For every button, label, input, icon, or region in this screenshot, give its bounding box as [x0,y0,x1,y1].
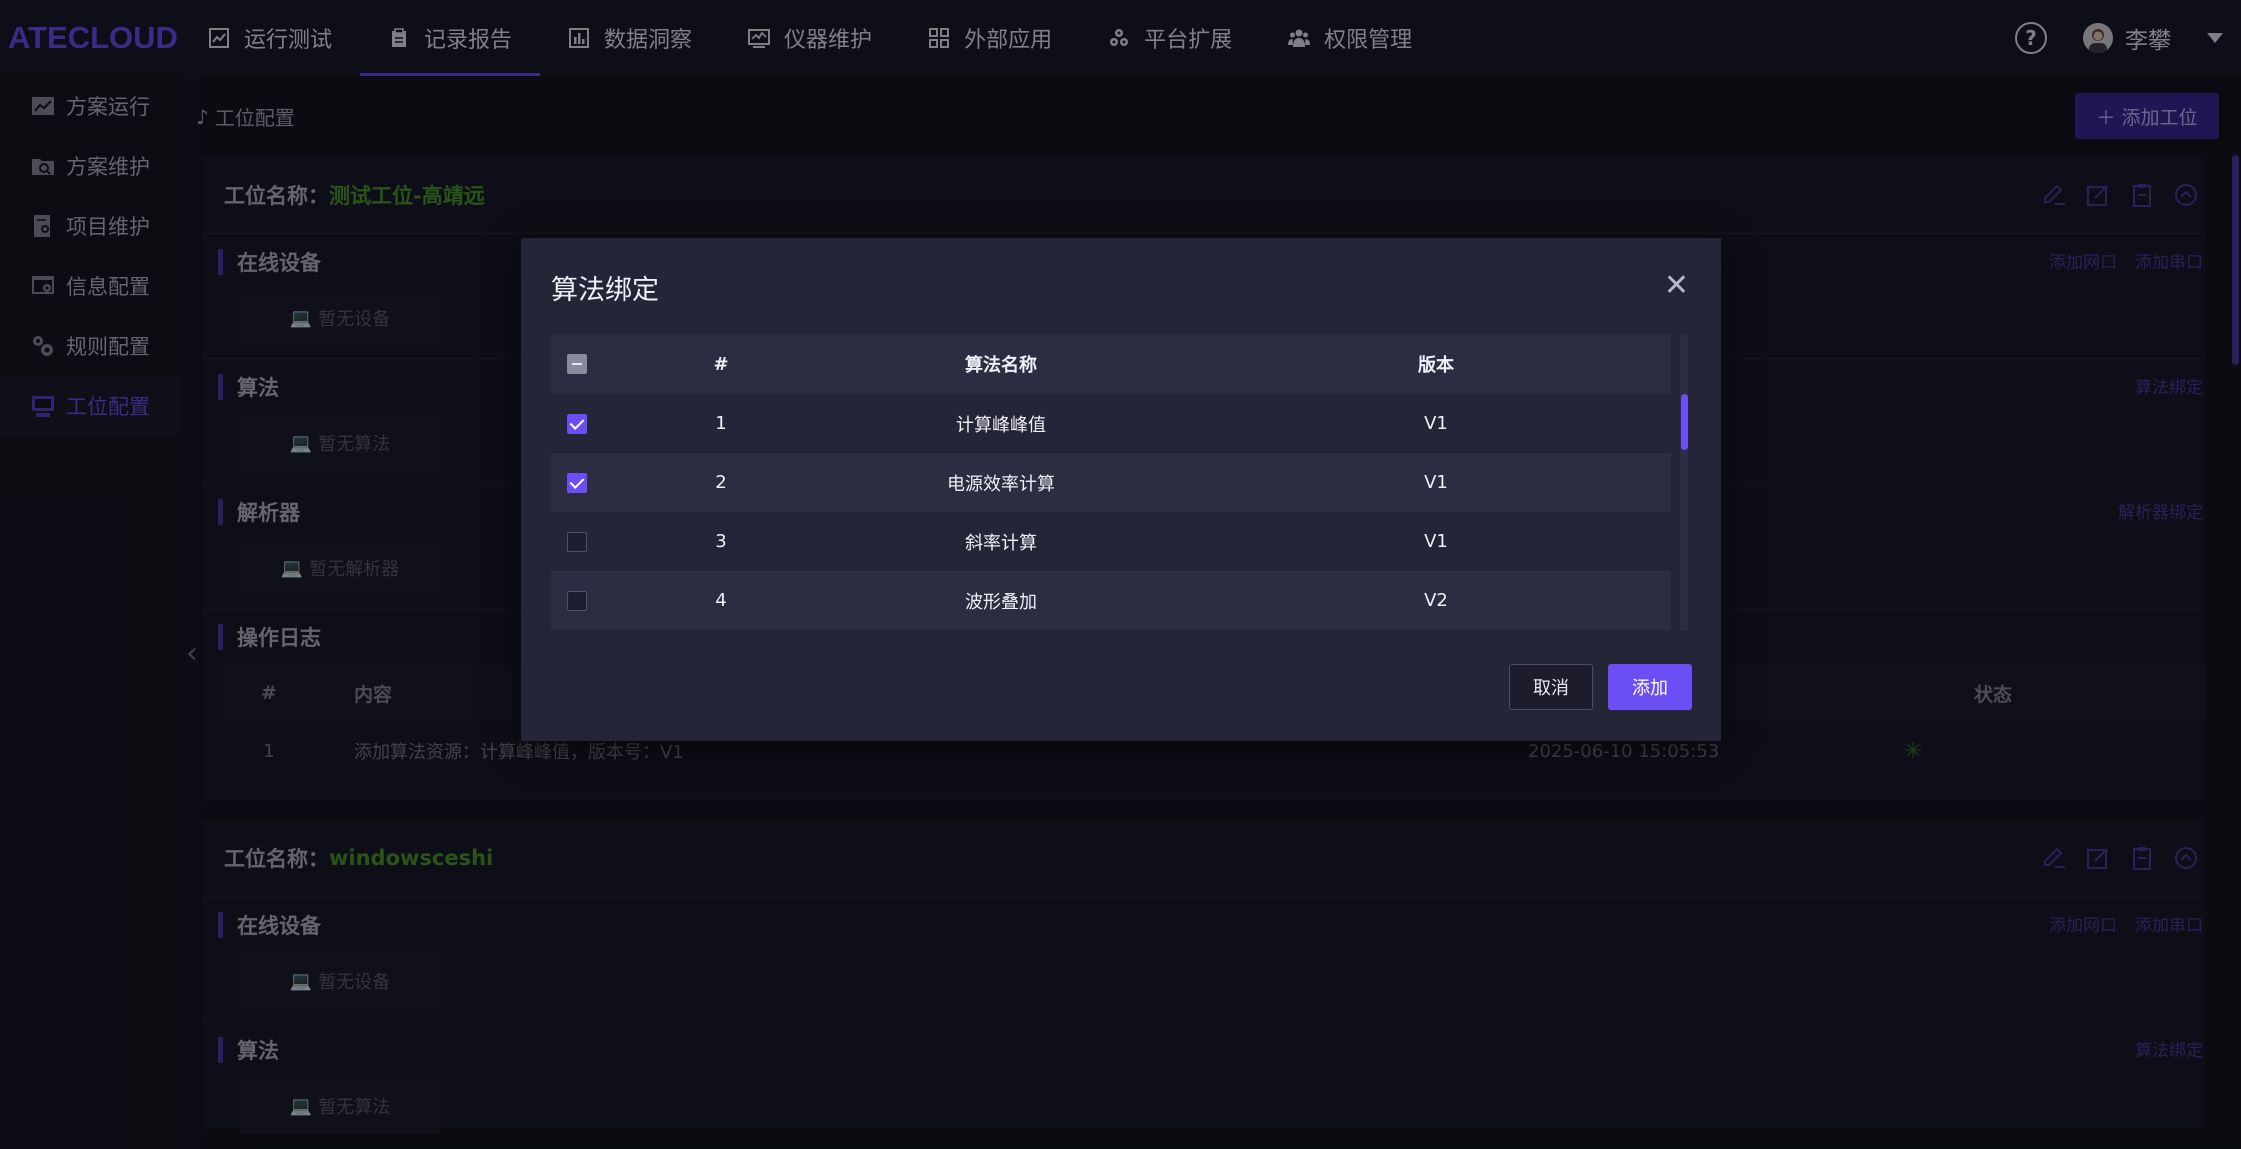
row-check-cell [551,472,661,493]
table-scroll-track [1680,334,1688,631]
row-checkbox[interactable] [567,472,587,493]
row-check-cell [551,531,661,552]
col-name: 算法名称 [965,355,1037,376]
row-num: 4 [715,590,727,611]
row-version: V1 [1424,413,1448,434]
add-button[interactable]: 添加 [1608,664,1692,710]
dialog-title: 算法绑定 [551,275,659,306]
row-checkbox[interactable] [567,590,587,611]
col-version: 版本 [1418,355,1454,376]
table-row[interactable]: 4 波形叠加 V2 [551,571,1671,630]
table-scrollbar[interactable] [1681,394,1688,450]
select-all-cell [551,354,661,374]
row-version: V2 [1424,590,1448,611]
table-row[interactable]: 2 电源效率计算 V1 [551,453,1671,512]
col-num: # [713,353,729,375]
row-check-cell [551,413,661,434]
row-name: 波形叠加 [965,591,1037,613]
row-name: 电源效率计算 [947,473,1055,495]
row-version: V1 [1424,531,1448,552]
algorithm-table: # 算法名称 版本 1 计算峰峰值 V1 2 电源效率计算 V1 3 斜率计算 … [551,334,1681,631]
table-header: # 算法名称 版本 [551,334,1671,394]
row-checkbox[interactable] [567,531,587,552]
row-num: 2 [715,472,727,493]
table-row[interactable]: 3 斜率计算 V1 [551,512,1671,571]
table-row[interactable]: 1 计算峰峰值 V1 [551,394,1671,453]
select-all-checkbox[interactable] [567,354,587,374]
row-check-cell [551,590,661,611]
row-name: 斜率计算 [965,532,1037,554]
row-name: 计算峰峰值 [956,414,1046,436]
row-version: V1 [1424,472,1448,493]
row-num: 3 [715,531,727,552]
row-num: 1 [715,413,727,434]
close-icon[interactable]: ✕ [1664,268,1689,303]
row-checkbox[interactable] [567,413,587,434]
cancel-button[interactable]: 取消 [1509,664,1593,710]
algorithm-bind-dialog: 算法绑定 ✕ # 算法名称 版本 1 计算峰峰值 V1 2 电源效率计算 V1 … [521,238,1721,741]
